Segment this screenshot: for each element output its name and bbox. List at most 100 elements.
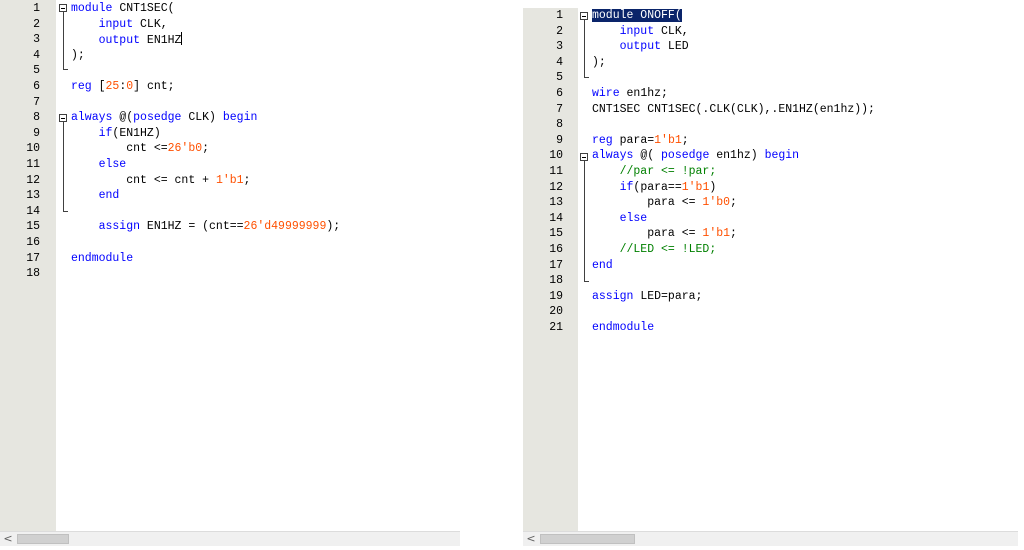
code-text[interactable]: //LED <= !LED; — [592, 242, 717, 258]
code-token: always — [71, 111, 113, 125]
code-text[interactable]: wire en1hz; — [592, 86, 668, 102]
line-number: 11 — [549, 165, 563, 178]
scroll-left-icon[interactable]: < — [525, 532, 537, 546]
code-editor-cnt1sec[interactable]: 1 module CNT1SEC(2 input CLK, 3 output EN1… — [0, 0, 460, 546]
line-number: 18 — [26, 267, 40, 281]
code-line[interactable]: 2 input CLK, — [0, 17, 460, 33]
code-text[interactable]: if(para==1'b1) — [592, 180, 717, 196]
code-text[interactable]: cnt <= cnt + 1'b1; — [71, 173, 250, 189]
scrollbar-thumb[interactable] — [17, 534, 69, 544]
code-line[interactable]: 12 if(para==1'b1) — [523, 180, 1018, 196]
code-text[interactable]: module ONOFF( — [592, 8, 682, 24]
fold-toggle-icon[interactable] — [59, 4, 67, 12]
code-text[interactable]: para <= 1'b0; — [592, 195, 737, 211]
code-text[interactable]: endmodule — [592, 320, 654, 336]
code-line[interactable]: 3 output LED — [523, 39, 1018, 55]
code-line[interactable]: 2 input CLK, — [523, 24, 1018, 40]
code-line[interactable]: 13 para <= 1'b0; — [523, 195, 1018, 211]
line-number: 5 — [556, 71, 563, 85]
code-line[interactable]: 14 — [0, 204, 460, 220]
code-line[interactable]: 19 assign LED=para; — [523, 289, 1018, 305]
code-text[interactable]: //par <= !par; — [592, 164, 717, 180]
code-text[interactable]: assign LED=para; — [592, 289, 702, 305]
line-number: 2 — [556, 24, 563, 38]
code-line[interactable]: 5 — [523, 70, 1018, 86]
code-line[interactable]: 17 endmodule — [0, 251, 460, 267]
code-text[interactable]: endmodule — [71, 251, 133, 267]
code-line[interactable]: 15 assign EN1HZ = (cnt==26'd49999999); — [0, 219, 460, 235]
code-editor-onoff[interactable]: 1 module ONOFF(2 input CLK, 3 output LED 4)… — [523, 8, 1018, 546]
code-text[interactable]: input CLK, — [592, 24, 689, 40]
code-text[interactable]: output LED — [592, 39, 689, 55]
code-text[interactable]: para <= 1'b1; — [592, 226, 737, 242]
code-token: ); — [326, 220, 341, 234]
code-token: CLK) — [181, 111, 223, 125]
code-text[interactable]: cnt <=26'b0; — [71, 141, 209, 157]
code-line[interactable]: 21 endmodule — [523, 320, 1018, 336]
code-line[interactable]: 17 end — [523, 258, 1018, 274]
code-line[interactable]: 9 if(EN1HZ) — [0, 126, 460, 142]
code-text[interactable]: end — [592, 258, 613, 274]
code-line[interactable]: 16 //LED <= !LED; — [523, 242, 1018, 258]
code-text[interactable]: end — [71, 188, 120, 204]
code-line[interactable]: 16 — [0, 235, 460, 251]
horizontal-scrollbar[interactable]: < — [0, 531, 460, 546]
line-number: 3 — [556, 40, 563, 54]
code-token: CNT1SEC CNT1SEC(.CLK(CLK),.EN1HZ(en1hz))… — [592, 102, 875, 116]
code-line[interactable]: 13 end — [0, 188, 460, 204]
code-text[interactable]: reg [25:0] cnt; — [71, 79, 175, 95]
fold-toggle-icon[interactable] — [580, 12, 588, 20]
code-text[interactable]: ); — [592, 55, 606, 71]
code-text[interactable]: always @(posedge CLK) begin — [71, 110, 257, 126]
code-text[interactable]: else — [71, 157, 127, 173]
code-token: (EN1HZ) — [112, 126, 161, 140]
code-line[interactable]: 11 else — [0, 157, 460, 173]
scroll-left-icon[interactable]: < — [2, 532, 14, 546]
code-text[interactable]: output EN1HZ — [71, 32, 183, 49]
line-number: 19 — [549, 289, 563, 303]
fold-end-mark — [584, 77, 589, 78]
line-number: 14 — [549, 211, 563, 225]
code-line[interactable]: 3 output EN1HZ — [0, 32, 460, 48]
code-line[interactable]: 8 — [523, 117, 1018, 133]
code-line[interactable]: 5 — [0, 63, 460, 79]
code-line[interactable]: 8 always @(posedge CLK) begin — [0, 110, 460, 126]
code-text[interactable]: reg para=1'b1; — [592, 133, 689, 149]
fold-toggle-icon[interactable] — [580, 153, 588, 161]
code-line[interactable]: 6 wire en1hz; — [523, 86, 1018, 102]
code-line[interactable]: 18 — [523, 273, 1018, 289]
code-token: en1hz) — [709, 149, 765, 163]
fold-toggle-icon[interactable] — [59, 114, 67, 122]
code-text[interactable]: always @( posedge en1hz) begin — [592, 148, 799, 164]
code-token: CLK, — [133, 17, 168, 31]
code-line[interactable]: 4); — [523, 55, 1018, 71]
line-number: 10 — [26, 142, 40, 156]
code-line[interactable]: 7 — [0, 95, 460, 111]
code-text[interactable]: if(EN1HZ) — [71, 126, 161, 142]
code-line[interactable]: 18 — [0, 266, 460, 282]
code-line[interactable]: 20 — [523, 304, 1018, 320]
code-line[interactable]: 10 always @( posedge en1hz) begin — [523, 148, 1018, 164]
code-line[interactable]: 7 CNT1SEC CNT1SEC(.CLK(CLK),.EN1HZ(en1hz)… — [523, 102, 1018, 118]
code-line[interactable]: 14 else — [523, 211, 1018, 227]
code-text[interactable]: input CLK, — [71, 17, 168, 33]
code-line[interactable]: 11 //par <= !par; — [523, 164, 1018, 180]
code-line[interactable]: 12 cnt <= cnt + 1'b1; — [0, 173, 460, 189]
code-text[interactable]: assign EN1HZ = (cnt==26'd49999999); — [71, 219, 341, 235]
code-line[interactable]: 9 reg para=1'b1; — [523, 133, 1018, 149]
code-text[interactable]: ); — [71, 48, 85, 64]
code-token: 25 — [105, 80, 120, 93]
code-line[interactable]: 6 reg [25:0] cnt; — [0, 79, 460, 95]
code-line[interactable]: 1 module ONOFF( — [523, 8, 1018, 24]
code-text[interactable]: CNT1SEC CNT1SEC(.CLK(CLK),.EN1HZ(en1hz))… — [592, 102, 875, 118]
code-token: 1'b1 — [215, 173, 244, 187]
code-line[interactable]: 15 para <= 1'b1; — [523, 226, 1018, 242]
horizontal-scrollbar[interactable]: < — [523, 531, 1018, 546]
code-line[interactable]: 10 cnt <=26'b0; — [0, 141, 460, 157]
scrollbar-thumb[interactable] — [540, 534, 635, 544]
code-line[interactable]: 4); — [0, 48, 460, 64]
code-text[interactable]: module CNT1SEC( — [71, 1, 175, 17]
code-line[interactable]: 1 module CNT1SEC( — [0, 1, 460, 17]
code-token: cnt <= — [71, 142, 168, 156]
code-text[interactable]: else — [592, 211, 648, 227]
